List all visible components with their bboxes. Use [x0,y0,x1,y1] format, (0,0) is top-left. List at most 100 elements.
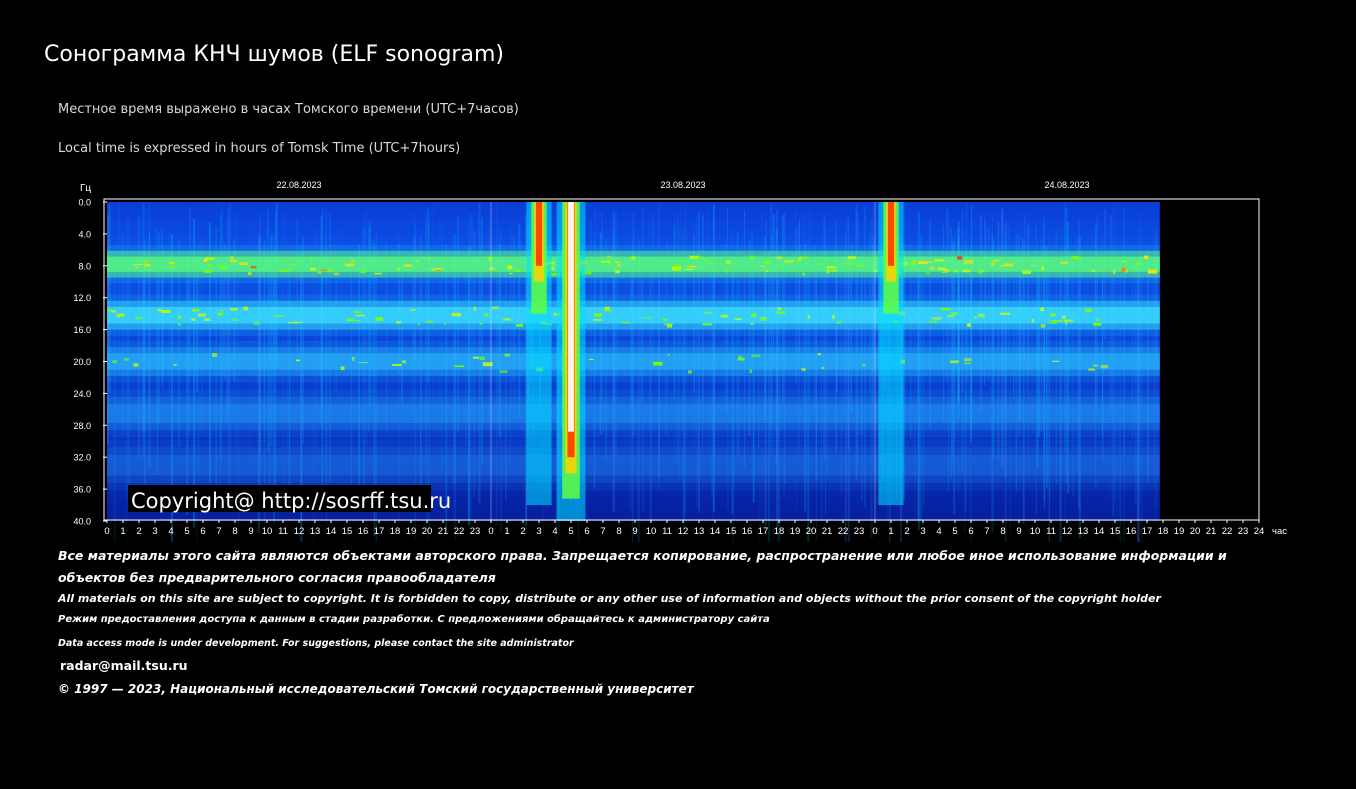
date-label: 23.08.2023 [660,180,705,190]
band-hotspot [229,260,237,263]
band-hotspot [687,265,697,268]
band-hotspot [358,362,368,364]
band-hotspot [750,322,754,325]
x-tick-label: 0 [488,526,493,537]
admin-email[interactable]: radar@mail.tsu.ru [60,658,188,673]
y-tick-label: 40.0 [73,517,91,527]
band-hotspot [112,360,118,364]
x-tick-label: 5 [184,526,189,537]
y-axis-label: Гц [80,183,91,194]
band-hotspot [326,269,334,273]
x-tick-label: 19 [1174,526,1185,537]
band-hotspot [947,315,954,318]
band-hotspot [375,317,383,321]
band-hotspot [1073,256,1082,260]
band-hotspot [135,266,138,269]
burst-column [526,202,552,506]
band-hotspot [688,370,692,374]
band-hotspot [351,356,355,361]
band-hotspot [1030,264,1037,267]
band-hotspot [288,263,297,266]
sonogram-chart: 0.0 4.0 8.0 12.0 16.0 20.0 24.0 28.0 32.0 36.0 40.… [73,180,1287,542]
band-hotspot [402,360,407,364]
band-hotspot [1121,267,1126,272]
x-tick-label: 8 [232,526,237,537]
band-hotspot [392,363,402,366]
band-hotspot [795,260,800,263]
x-tick-label: 9 [632,526,637,537]
band-hotspot [247,271,252,276]
band-hotspot [963,362,971,365]
x-tick-label: 4 [168,526,173,537]
x-tick-label: 1 [504,526,509,537]
band-hotspot [310,257,313,261]
x-tick-label: 11 [1046,526,1056,537]
band-hotspot [230,307,238,311]
x-tick-label: 22 [454,526,465,537]
band-hotspot [606,256,612,258]
band-hotspot [515,323,524,327]
band-hotspot [847,256,856,260]
band-hotspot [1084,308,1092,313]
band-hotspot [837,320,842,325]
resonance-band [107,403,1160,423]
band-hotspot [760,265,765,268]
band-hotspot [296,359,300,362]
x-tick-label: 17 [758,526,769,537]
x-tick-label: 23 [470,526,481,537]
band-hotspot [486,256,495,258]
band-hotspot [760,316,767,321]
noise-streak [985,224,987,358]
band-hotspot [451,312,462,317]
band-hotspot [192,309,195,311]
y-tick-label: 4.0 [78,229,91,239]
band-hotspot [588,358,594,360]
band-hotspot [957,256,963,260]
x-tick-label: 10 [262,526,273,537]
band-hotspot [978,313,985,318]
band-hotspot [279,269,290,272]
band-hotspot [1051,360,1060,362]
x-axis-label: час [1272,526,1287,537]
x-tick-label: 7 [984,526,989,537]
x-tick-label: 2 [904,526,909,537]
band-hotspot [218,265,227,269]
x-tick-label: 2 [520,526,525,537]
band-hotspot [1004,263,1014,267]
band-hotspot [950,360,959,364]
band-hotspot [662,318,668,321]
band-hotspot [1063,319,1074,323]
band-hotspot [621,321,631,324]
band-hotspot [604,308,612,312]
band-hotspot [243,306,249,311]
y-tick-label: 24.0 [73,389,91,399]
band-hotspot [928,321,938,323]
band-hotspot [360,270,366,273]
band-hotspot [663,323,673,326]
timezone-note-ru: Местное время выражено в часах Томского … [58,102,519,117]
band-hotspot [133,264,144,266]
band-hotspot [962,269,971,273]
band-hotspot [1088,368,1095,371]
band-hotspot [410,309,416,311]
x-tick-label: 15 [1110,526,1121,537]
band-hotspot [927,261,933,263]
band-hotspot [351,259,355,262]
access-notice-ru: Режим предоставления доступа к данным в … [58,614,770,625]
band-hotspot [963,260,974,265]
x-tick-label: 17 [374,526,385,537]
x-tick-label: 20 [422,526,433,537]
band-hotspot [116,313,120,318]
resonance-band [107,353,1160,370]
band-hotspot [133,363,139,367]
band-hotspot [964,358,972,362]
band-hotspot [107,309,113,312]
band-hotspot [1093,322,1102,326]
x-tick-label: 15 [342,526,353,537]
band-hotspot [845,262,854,265]
band-hotspot [507,265,513,270]
band-hotspot [609,262,612,266]
x-tick-label: 7 [600,526,605,537]
band-hotspot [426,320,433,323]
band-hotspot [253,321,260,325]
